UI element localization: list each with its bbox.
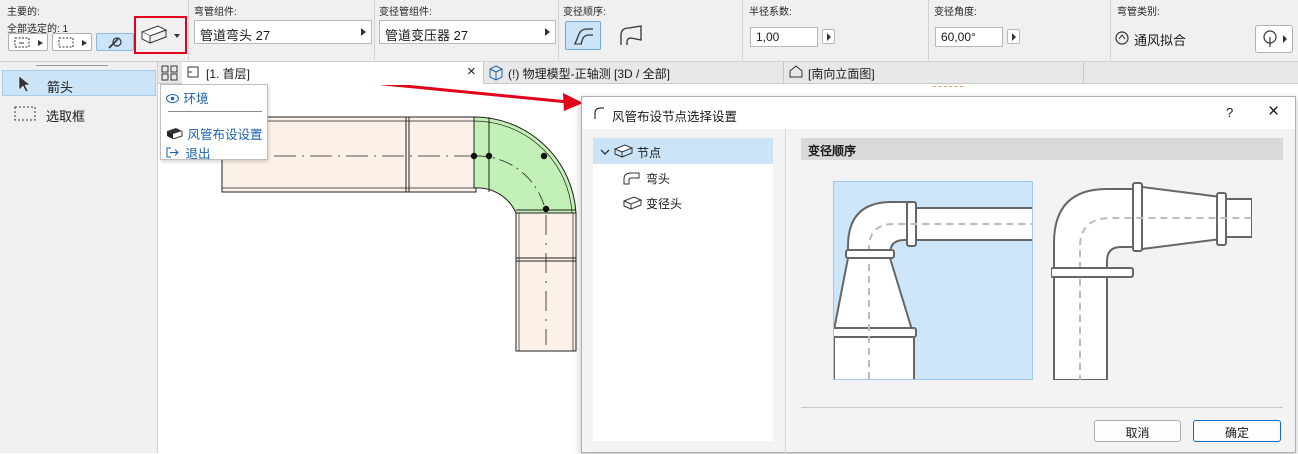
elbow-type-icon xyxy=(1114,30,1130,46)
transition-order-option-2[interactable] xyxy=(1051,181,1252,380)
chevron-down-icon[interactable] xyxy=(600,146,610,160)
transition-part-value: 管道变压器 27 xyxy=(385,28,469,43)
elbow-transition-alt-icon xyxy=(620,25,642,45)
tree-item-node[interactable]: 节点 xyxy=(593,138,773,164)
tool-marquee[interactable]: 选取框 xyxy=(2,100,156,126)
floor-plan-icon xyxy=(186,65,200,82)
tree-item-elbow-label: 弯头 xyxy=(646,172,671,186)
radius-factor-input[interactable]: 1,00 xyxy=(750,27,818,47)
transition-order-option-1[interactable] xyxy=(833,181,1033,380)
duct-node-settings-dialog: 风管布设节点选择设置 ? × 节点 弯头 变径头 变径顺序 取消 确定 xyxy=(581,96,1296,454)
elevation-icon xyxy=(788,65,804,82)
dialog-title: 风管布设节点选择设置 xyxy=(612,110,738,124)
duct-settings-icon xyxy=(166,127,184,142)
tool-arrow-label: 箭头 xyxy=(47,80,74,95)
eye-icon xyxy=(166,92,180,106)
transition-angle-stepper[interactable] xyxy=(1007,29,1020,44)
tab-3d-view[interactable]: (!) 物理模型-正轴测 [3D / 全部] xyxy=(484,62,784,84)
menu-item-environment-label: 环境 xyxy=(183,92,209,106)
view-marker xyxy=(933,86,963,87)
menu-item-exit[interactable]: 退出 xyxy=(166,143,211,162)
elbow-then-transition-illustration xyxy=(834,201,1032,379)
transition-part-label: 变径管组件: xyxy=(379,7,432,18)
section-header: 变径顺序 xyxy=(801,138,1283,160)
arrow-cursor-icon xyxy=(17,75,31,96)
radius-factor-label: 半径系数: xyxy=(749,7,792,18)
transition-then-elbow-illustration xyxy=(1051,182,1252,380)
magic-wand-button[interactable] xyxy=(96,33,134,51)
view-tab-bar: [1. 首层] × (!) 物理模型-正轴测 [3D / 全部] [南向立面图] xyxy=(158,62,1298,84)
duct-context-menu: 环境 风管布设设置 退出 xyxy=(160,84,268,162)
tab-close-icon[interactable]: × xyxy=(467,63,476,80)
cancel-button[interactable]: 取消 xyxy=(1094,420,1181,442)
elbow-type-value: 通风拟合 xyxy=(1134,33,1187,48)
dialog-title-bar: 风管布设节点选择设置 ? × xyxy=(582,97,1295,129)
transition-before-button[interactable] xyxy=(565,21,601,50)
marquee-icon xyxy=(14,106,36,125)
duct-dialog-icon xyxy=(593,106,605,123)
menu-item-exit-label: 退出 xyxy=(185,147,211,161)
tab-floor-plan[interactable]: [1. 首层] × xyxy=(182,62,484,84)
tree-item-node-label: 节点 xyxy=(637,146,662,160)
tree-icon xyxy=(1263,30,1287,47)
tool-arrow[interactable]: 箭头 xyxy=(2,70,156,96)
ok-button[interactable]: 确定 xyxy=(1193,420,1281,442)
radius-factor-stepper[interactable] xyxy=(822,29,835,44)
menu-item-environment[interactable]: 环境 xyxy=(166,88,209,107)
duct-tool-highlight[interactable] xyxy=(134,16,187,54)
select-all-button[interactable] xyxy=(8,33,48,51)
info-box: 主要的: 全部选定的: 1 弯管组件: 管道弯头 27 变径管组件: 管道变压器… xyxy=(0,0,1298,62)
transition-after-button[interactable] xyxy=(613,21,649,50)
section-title: 变径顺序 xyxy=(808,144,857,158)
elbow-type-selector[interactable] xyxy=(1255,25,1293,53)
help-button[interactable]: ? xyxy=(1226,105,1233,120)
transition-part-dropdown[interactable]: 管道变压器 27 xyxy=(379,20,556,44)
elbow-transition-icon xyxy=(574,28,593,45)
menu-item-duct-settings[interactable]: 风管布设设置 xyxy=(166,124,263,143)
tool-marquee-label: 选取框 xyxy=(46,109,86,124)
exit-icon xyxy=(166,147,182,161)
elbow-part-label: 弯管组件: xyxy=(194,7,237,18)
tab-elevation-label: [南向立面图] xyxy=(808,67,875,81)
cube-3d-icon xyxy=(488,65,504,84)
dialog-close-button[interactable]: × xyxy=(1268,101,1279,123)
tree-item-elbow[interactable]: 弯头 xyxy=(593,165,773,189)
tab-floor-plan-label: [1. 首层] xyxy=(206,67,251,81)
elbow-part-dropdown[interactable]: 管道弯头 27 xyxy=(194,20,372,44)
menu-item-duct-settings-label: 风管布设设置 xyxy=(187,128,263,142)
node-icon xyxy=(613,144,634,161)
elbow-part-value: 管道弯头 27 xyxy=(200,28,271,43)
elbow-type-label: 弯管类别: xyxy=(1117,7,1160,18)
transition-node-icon xyxy=(622,196,643,213)
node-tree: 节点 弯头 变径头 xyxy=(593,138,773,441)
transition-order-label: 变径顺序: xyxy=(563,7,606,18)
grid-view-icon[interactable] xyxy=(160,64,180,82)
transition-angle-input[interactable]: 60,00° xyxy=(935,27,1003,47)
main-label: 主要的: xyxy=(7,7,40,18)
tab-elevation[interactable]: [南向立面图] xyxy=(784,62,1084,84)
tree-item-transition-label: 变径头 xyxy=(646,197,683,211)
elbow-node-icon xyxy=(623,171,641,188)
tab-3d-view-label: (!) 物理模型-正轴测 [3D / 全部] xyxy=(508,67,671,81)
transition-angle-label: 变径角度: xyxy=(934,7,977,18)
duct-icon xyxy=(140,25,180,44)
tree-item-transition[interactable]: 变径头 xyxy=(593,190,773,214)
marquee-select-button[interactable] xyxy=(52,33,92,51)
toolbox: 箭头 选取框 xyxy=(0,62,158,453)
